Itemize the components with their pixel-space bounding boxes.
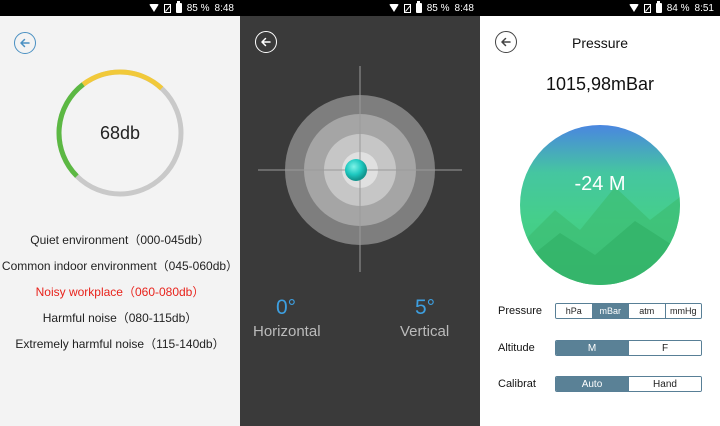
battery-icon <box>655 1 662 13</box>
calibration-label: Calibrat <box>498 378 536 390</box>
battery-percent: 85 % <box>426 2 450 14</box>
pressure-unit-selector: hPa mBar atm mmHg <box>555 303 702 319</box>
altitude-globe: -24 M <box>520 125 680 285</box>
wifi-icon <box>148 4 159 12</box>
calibration-option-auto[interactable]: Auto <box>556 377 628 391</box>
battery-icon <box>175 1 182 13</box>
sound-meter-screen: 85 % 8:48 68db Quiet environment（000-045… <box>0 0 240 426</box>
no-sim-icon <box>643 3 651 13</box>
unit-option-mbar[interactable]: mBar <box>591 304 628 318</box>
status-bar: 85 % 8:48 <box>0 0 240 16</box>
vertical-angle: 5° <box>415 296 436 319</box>
bubble-level <box>258 66 462 272</box>
no-sim-icon <box>163 3 171 13</box>
noise-level-item: Extremely harmful noise（115-140db） <box>15 337 225 351</box>
back-button[interactable] <box>255 31 277 53</box>
altitude-unit-selector: M F <box>555 340 702 356</box>
calibration-option-hand[interactable]: Hand <box>628 377 701 391</box>
back-button[interactable] <box>14 32 36 54</box>
clock: 8:51 <box>694 2 714 14</box>
pressure-unit-label: Pressure <box>498 305 543 317</box>
pressure-screen: 84 % 8:51 Pressure 1015,98mBar -24 M Pre <box>480 0 720 426</box>
battery-percent: 84 % <box>666 2 690 14</box>
pressure-reading: 1015,98mBar <box>545 74 655 94</box>
status-bar: 84 % 8:51 <box>480 0 720 16</box>
unit-option-atm[interactable]: atm <box>628 304 665 318</box>
noise-level-item-active: Noisy workplace（060-080db） <box>35 285 205 299</box>
unit-option-hpa[interactable]: hPa <box>556 304 592 318</box>
wifi-icon <box>388 4 399 12</box>
no-sim-icon <box>403 3 411 13</box>
sound-level-value: 68db <box>99 123 141 143</box>
wifi-icon <box>628 4 639 12</box>
noise-level-item: Quiet environment（000-045db） <box>30 233 210 247</box>
gauge-arc-yellow <box>81 69 164 91</box>
unit-option-mmhg[interactable]: mmHg <box>664 304 701 318</box>
altitude-value: -24 M <box>574 173 626 195</box>
status-bar: 85 % 8:48 <box>240 0 480 16</box>
horizontal-label: Horizontal <box>253 323 321 340</box>
level-screen: 85 % 8:48 0° Horizontal 5° Vertical <box>240 0 480 426</box>
calibration-selector: Auto Hand <box>555 376 702 392</box>
battery-icon <box>415 1 422 13</box>
battery-percent: 85 % <box>186 2 210 14</box>
horizontal-angle: 0° <box>276 296 297 319</box>
clock: 8:48 <box>214 2 234 14</box>
altitude-option-feet[interactable]: F <box>628 341 701 355</box>
level-bubble <box>345 159 367 181</box>
altitude-unit-label: Altitude <box>498 342 535 354</box>
arrow-left-icon <box>20 38 30 48</box>
clock: 8:48 <box>454 2 474 14</box>
altitude-option-meters[interactable]: M <box>556 341 628 355</box>
sound-level-gauge: 68db <box>54 67 186 199</box>
vertical-label: Vertical <box>400 323 450 340</box>
noise-level-list: Quiet environment（000-045db） Common indo… <box>0 230 240 360</box>
page-title: Pressure <box>571 35 629 51</box>
arrow-left-icon <box>261 37 271 47</box>
noise-level-item: Harmful noise（080-115db） <box>42 311 198 325</box>
noise-level-item: Common indoor environment（045-060db） <box>1 259 239 273</box>
